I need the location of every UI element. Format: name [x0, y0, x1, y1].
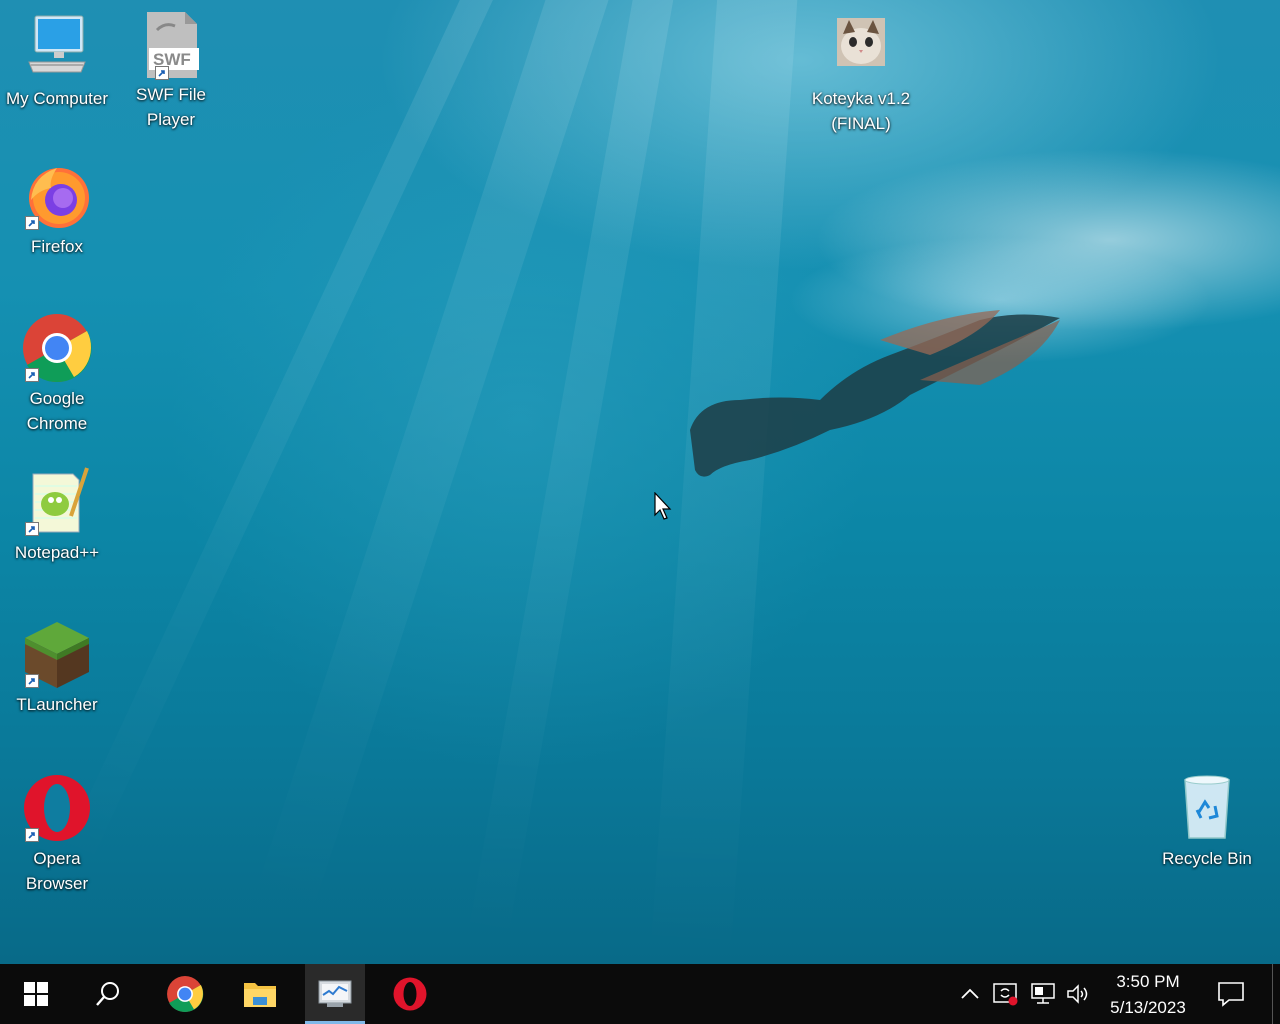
action-center-button[interactable]	[1217, 981, 1244, 1007]
taskbar: 3:50 PM 5/13/2023	[0, 964, 1280, 1024]
desktop-icon-my-computer[interactable]: My Computer	[3, 12, 111, 111]
icon-label: Google Chrome	[26, 389, 88, 433]
desktop-icon-recycle-bin[interactable]: Recycle Bin	[1153, 772, 1261, 871]
cat-image-icon	[825, 12, 897, 84]
swimmer-silhouette	[690, 310, 1060, 477]
show-hidden-icons-button[interactable]	[958, 982, 982, 1006]
shortcut-arrow-icon	[25, 368, 39, 382]
network-icon	[1031, 983, 1055, 1004]
icon-label: TLauncher	[16, 695, 98, 714]
shortcut-arrow-icon	[25, 522, 39, 536]
swf-file-icon: SWF	[135, 8, 207, 80]
desktop-icon-koteyka[interactable]: Koteyka v1.2 (FINAL)	[807, 12, 915, 136]
clock-time: 3:50 PM	[1116, 972, 1180, 991]
desktop-icon-opera-browser[interactable]: Opera Browser	[3, 772, 111, 896]
network-tray-button[interactable]	[1030, 982, 1055, 1006]
chevron-up-icon	[961, 988, 979, 999]
icon-label: Koteyka v1.2 (FINAL)	[811, 89, 911, 133]
desktop-wallpaper[interactable]: My Computer SWF SWF File Player Koteyka …	[0, 0, 1280, 964]
taskbar-resource-monitor[interactable]	[305, 964, 365, 1024]
taskbar-chrome[interactable]	[155, 964, 215, 1024]
shortcut-arrow-icon	[155, 66, 169, 80]
icon-label: Recycle Bin	[1162, 849, 1252, 868]
clock-date: 5/13/2023	[1110, 998, 1186, 1017]
notification-icon	[1218, 982, 1244, 1007]
desktop-icon-swf-file-player[interactable]: SWF SWF File Player	[117, 8, 225, 132]
taskbar-file-explorer[interactable]	[230, 964, 290, 1024]
shortcut-arrow-icon	[25, 216, 39, 230]
firefox-icon	[21, 160, 93, 232]
desktop-icon-firefox[interactable]: Firefox	[3, 160, 111, 259]
opera-icon	[393, 977, 427, 1011]
icon-label: Opera Browser	[25, 849, 89, 893]
start-button[interactable]	[6, 964, 66, 1024]
shortcut-arrow-icon	[25, 674, 39, 688]
start-icon	[24, 982, 48, 1006]
grass-block-icon	[21, 618, 93, 690]
icon-label: SWF File Player	[136, 85, 206, 129]
sync-icon	[993, 983, 1018, 1006]
recycle-bin-icon	[1171, 772, 1243, 844]
search-button[interactable]	[78, 964, 138, 1024]
desktop-icon-notepad-plus-plus[interactable]: Notepad++	[3, 466, 111, 565]
icon-label: My Computer	[5, 89, 109, 108]
computer-icon	[21, 12, 93, 84]
volume-icon	[1067, 984, 1088, 1004]
taskbar-clock[interactable]: 3:50 PM 5/13/2023	[1100, 969, 1196, 1021]
icon-label: Notepad++	[14, 543, 100, 562]
resource-monitor-icon	[318, 980, 352, 1007]
desktop-icon-google-chrome[interactable]: Google Chrome	[3, 312, 111, 436]
opera-icon	[21, 772, 93, 844]
mouse-cursor-icon	[654, 492, 672, 520]
volume-tray-button[interactable]	[1065, 982, 1089, 1006]
shortcut-arrow-icon	[25, 828, 39, 842]
notepad-plus-plus-icon	[21, 466, 93, 538]
icon-label: Firefox	[31, 237, 83, 256]
sync-tray-button[interactable]	[993, 982, 1018, 1006]
taskbar-opera[interactable]	[380, 964, 440, 1024]
file-explorer-icon	[244, 983, 276, 1007]
show-desktop-button[interactable]	[1272, 964, 1280, 1024]
desktop-icon-tlauncher[interactable]: TLauncher	[3, 618, 111, 717]
chrome-icon	[167, 976, 204, 1012]
search-icon	[96, 982, 119, 1006]
chrome-icon	[21, 312, 93, 384]
